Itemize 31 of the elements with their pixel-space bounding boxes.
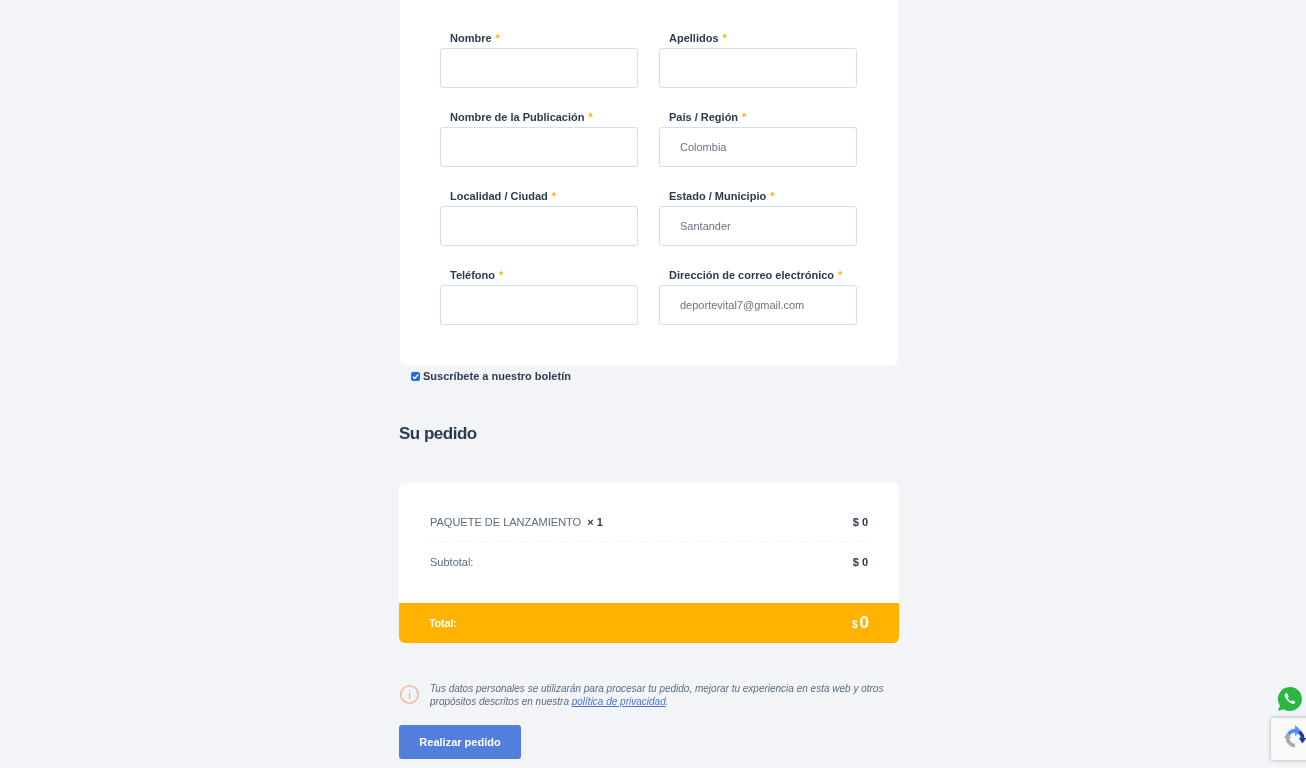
checkbox[interactable] [411,371,420,381]
text-input[interactable] [440,48,638,88]
field-label: Nombre * [449,31,500,46]
product-quantity: × 1 [587,514,603,530]
text-input[interactable] [440,127,638,167]
field-label: Localidad / Ciudad * [449,189,557,204]
text-input[interactable] [659,48,857,88]
text-input[interactable] [440,285,638,325]
text-input[interactable]: Colombia [659,127,857,167]
field-label: Nombre de la Publicación * [449,110,593,125]
privacy-notice: Tus datos personales se utilizarán para procesar tu pedido, mejorar tu experiencia en esta web y otros propósitos descritos en nuestra política de privacidad. [430,682,885,708]
total-value: $0 [851,612,869,635]
chat-bubble-icon[interactable] [1277,686,1303,712]
info-icon [400,685,419,704]
product-name: PAQUETE DE LANZAMIENTO [430,514,582,530]
subtotal-label: Subtotal: [430,554,474,570]
section-heading: Su pedido [399,424,477,444]
field-label: Estado / Municipio * [668,189,775,204]
total-label: Total: [429,615,457,631]
field-label: País / Región * [668,110,747,125]
product-price: $ 0 [852,514,868,530]
field-label: Apellidos * [668,31,727,46]
subtotal-value: $ 0 [852,554,868,570]
place-order-button[interactable]: Realizar pedido [399,725,521,759]
field-label: Teléfono * [449,268,504,283]
checkbox-label: Suscríbete a nuestro boletín [423,368,571,384]
privacy-policy-link[interactable]: política de privacidad [571,696,666,707]
text-input[interactable]: Santander [659,206,857,246]
text-input[interactable]: deportevital7@gmail.com [659,285,857,325]
field-label: Dirección de correo electrónico * [668,268,843,283]
text-input[interactable] [440,206,638,246]
